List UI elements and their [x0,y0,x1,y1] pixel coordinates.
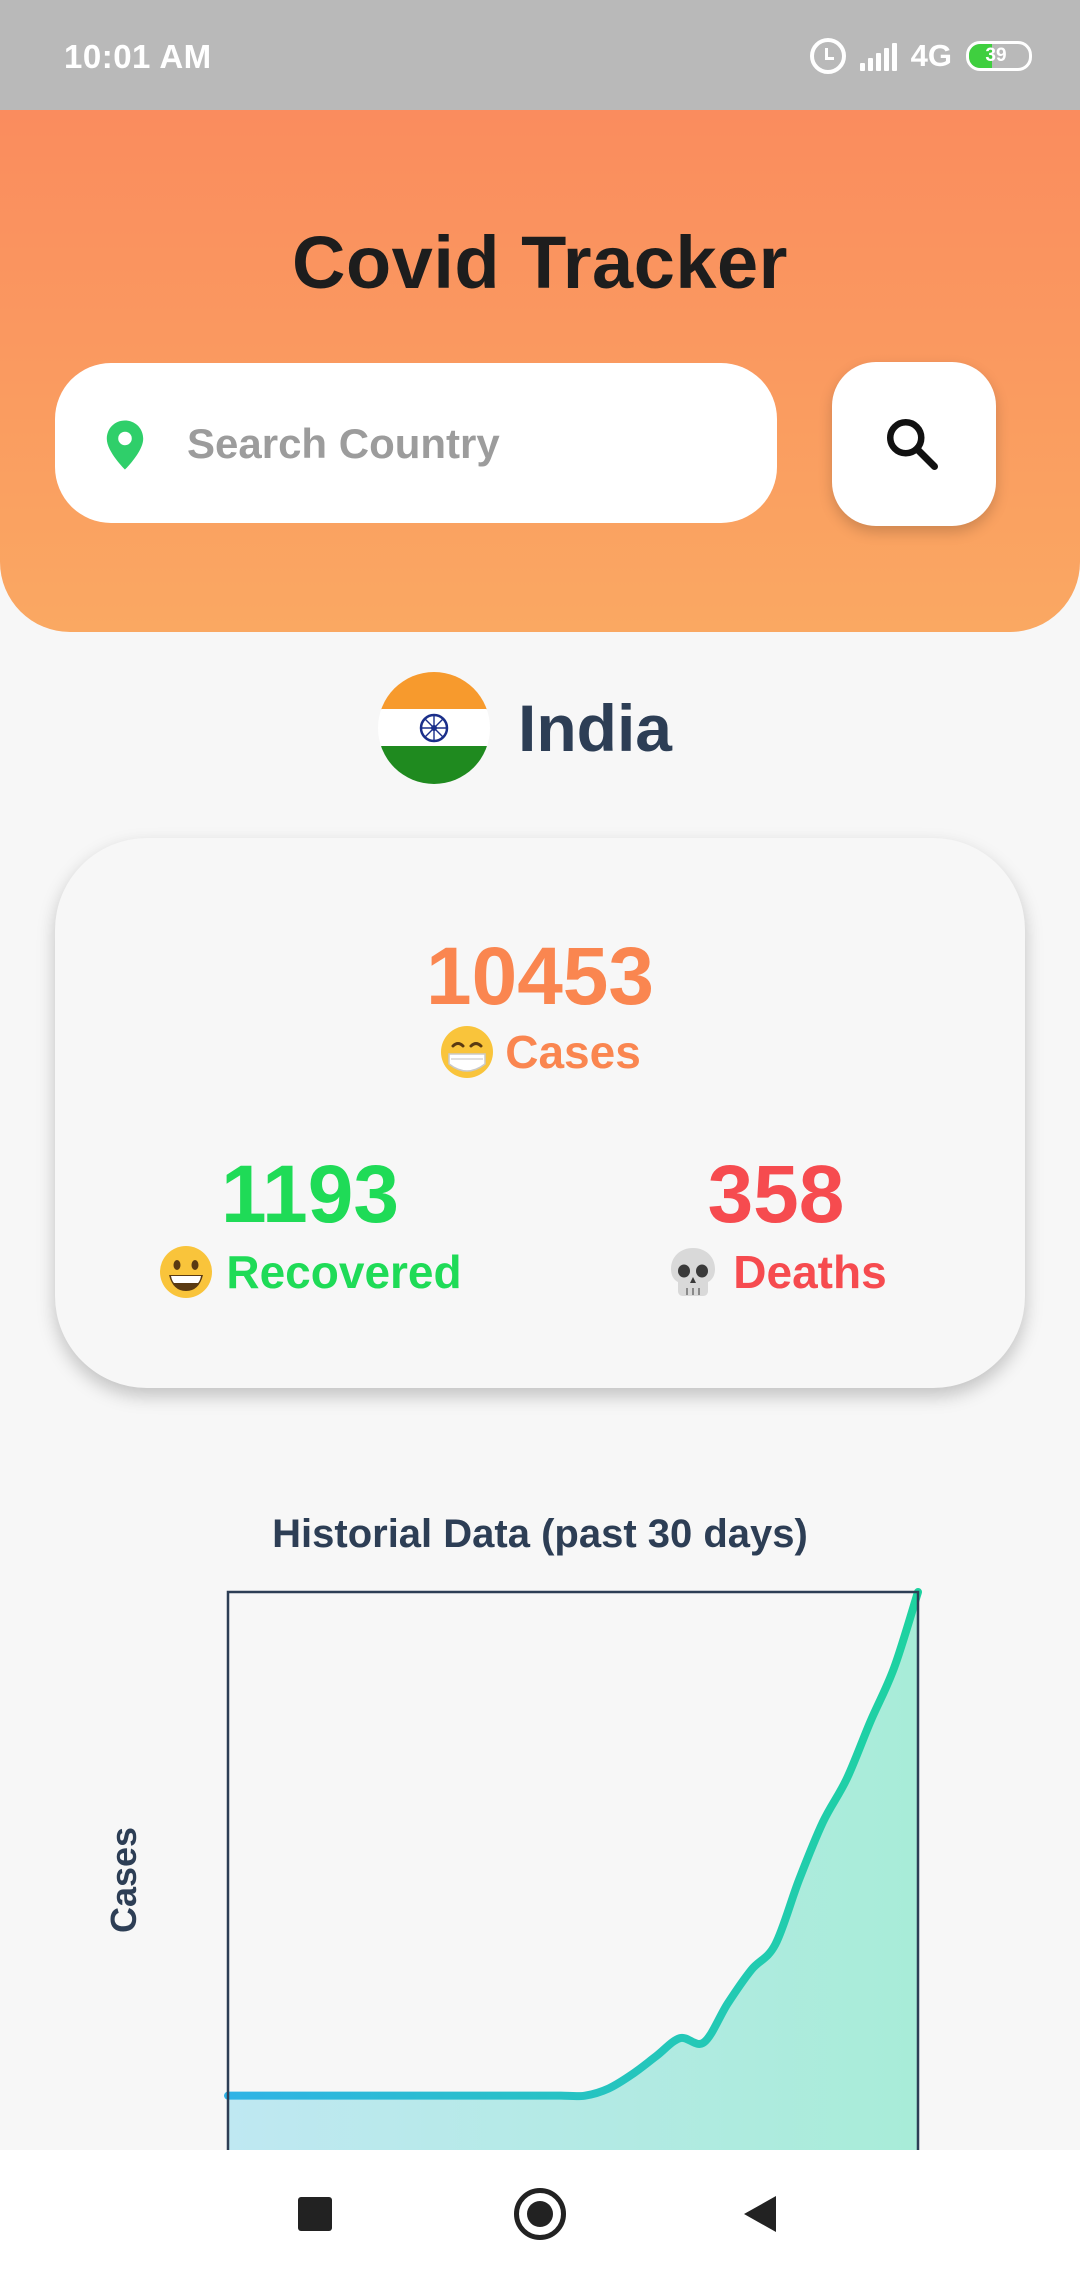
network-label: 4G [910,38,952,73]
alarm-icon [809,38,846,74]
chart-area [228,1592,918,2160]
deaths-label-row: Deaths [651,1244,901,1300]
battery-level: 39 [985,45,1007,66]
recovered-value: 1193 [221,1149,399,1240]
cases-label: Cases [505,1026,641,1078]
cases-label-row: Cases [55,1024,1025,1080]
app-title: Covid Tracker [292,221,788,304]
stats-card: 10453 Cases 1193 Recovered 358 Deaths [55,838,1025,1388]
home-button[interactable] [514,2188,566,2240]
search-input[interactable] [185,401,749,487]
country-name: India [517,691,672,765]
india-flag-icon [377,672,490,784]
search-box[interactable] [55,363,777,523]
search-icon [887,419,938,470]
recovered-stat: 1193 Recovered [145,1148,475,1300]
status-bar: 10:01 AM 4G 39 [0,0,1080,110]
historical-chart [224,1588,922,2160]
header: Covid Tracker [0,110,1080,632]
search-button[interactable] [832,362,996,526]
face-with-mask-icon [441,1026,494,1078]
skull-icon [671,1248,716,1296]
back-button[interactable] [744,2196,776,2232]
map-pin-icon [106,420,144,470]
recents-button[interactable] [298,2197,332,2231]
battery-icon: 39 [966,41,1032,71]
signal-icon [859,41,897,71]
chart-title: Historial Data (past 30 days) [272,1512,808,1556]
chakra-icon [419,713,449,743]
recovered-label-row: Recovered [145,1244,475,1300]
deaths-stat: 358 Deaths [651,1148,901,1300]
deaths-value: 358 [707,1149,845,1240]
status-icons: 4G 39 [809,34,1032,78]
cases-value: 10453 [425,931,655,1022]
country-row: India [0,672,1080,784]
grinning-face-icon [160,1246,213,1298]
deaths-label: Deaths [733,1246,887,1298]
status-time: 10:01 AM [64,38,212,75]
navigation-bar [0,2150,1080,2280]
recovered-label: Recovered [226,1246,462,1298]
